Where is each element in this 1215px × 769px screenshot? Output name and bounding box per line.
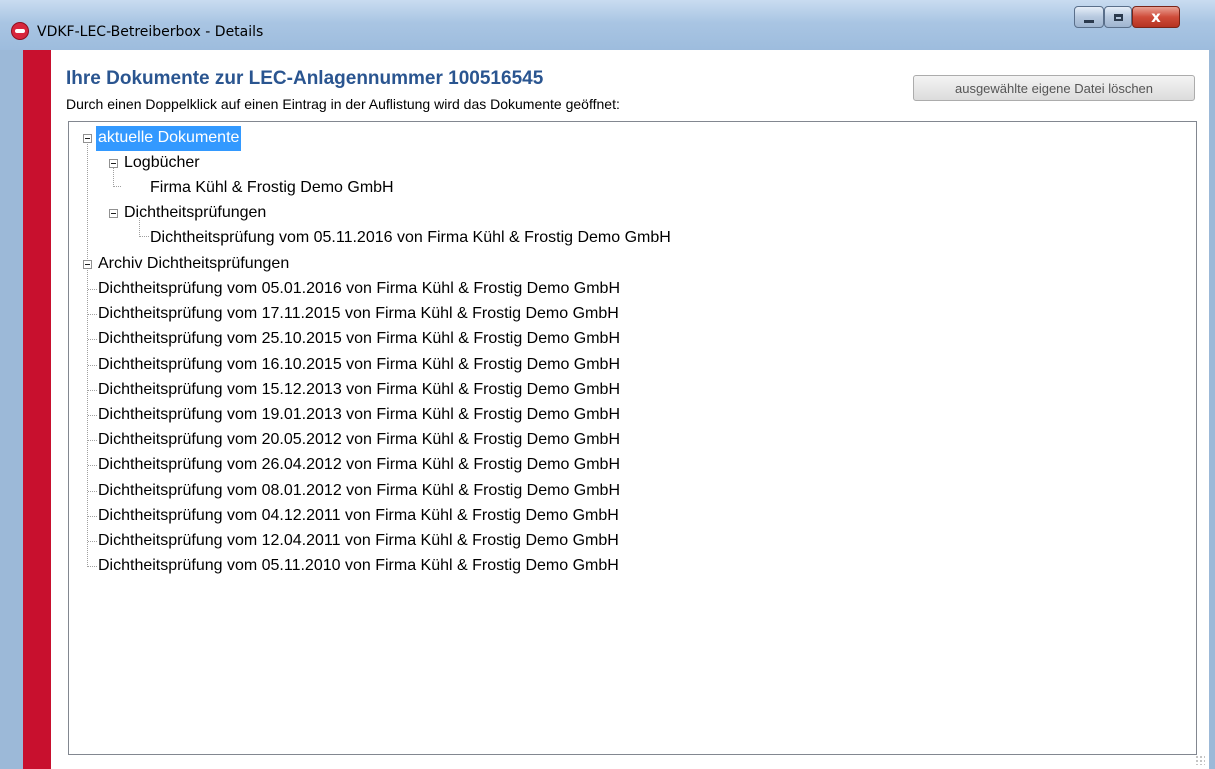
tree-leaf-archive-test[interactable]: Dichtheitsprüfung vom 20.05.2012 von Fir… [96,428,622,453]
tree-leaf-tightness-test[interactable]: Dichtheitsprüfung vom 05.11.2016 von Fir… [148,226,673,251]
tree-connector [87,142,88,267]
tree-leaf-archive-test[interactable]: Dichtheitsprüfung vom 17.11.2015 von Fir… [96,302,621,327]
tree-leaf-archive-test[interactable]: Dichtheitsprüfung vom 19.01.2013 von Fir… [96,403,622,428]
tree-leaf-archive-test[interactable]: Dichtheitsprüfung vom 16.10.2015 von Fir… [96,353,622,378]
app-window: VDKF-LEC-Betreiberbox - Details x Ihre D… [0,0,1215,769]
minimize-icon [1084,19,1094,23]
tree-leaf-archive-test[interactable]: Dichtheitsprüfung vom 05.11.2010 von Fir… [96,554,621,579]
window-title: VDKF-LEC-Betreiberbox - Details [37,24,264,40]
tree-leaf-archive-test[interactable]: Dichtheitsprüfung vom 12.04.2011 von Fir… [96,529,621,554]
client-area: Ihre Dokumente zur LEC-Anlagennummer 100… [23,50,1209,769]
tree-node-logbooks[interactable]: Logbücher [122,151,202,176]
minimize-button[interactable] [1074,6,1104,28]
resize-grip[interactable] [1195,755,1205,765]
tree-leaf-archive-test[interactable]: Dichtheitsprüfung vom 25.10.2015 von Fir… [96,327,622,352]
tree-node-tightness-tests[interactable]: Dichtheitsprüfungen [122,201,268,226]
tree-connector [113,166,114,187]
title-bar[interactable]: VDKF-LEC-Betreiberbox - Details x [0,0,1215,50]
tree-leaf-archive-test[interactable]: Dichtheitsprüfung vom 15.12.2013 von Fir… [96,378,622,403]
collapse-toggle-icon[interactable] [83,260,92,269]
tree-connector [114,186,122,187]
app-logo-icon[interactable] [11,22,29,40]
collapse-toggle-icon[interactable] [109,209,118,218]
maximize-button[interactable] [1104,6,1132,28]
tree-connector [87,268,88,568]
tree-leaf-archive-test[interactable]: Dichtheitsprüfung vom 04.12.2011 von Fir… [96,504,621,529]
tree-leaf-archive-test[interactable]: Dichtheitsprüfung vom 08.01.2012 von Fir… [96,479,622,504]
tree-node-archive[interactable]: Archiv Dichtheitsprüfungen [96,252,291,277]
brand-stripe [23,50,51,769]
close-icon: x [1151,8,1161,26]
tree-leaf-logbook[interactable]: Firma Kühl & Frostig Demo GmbH [148,176,396,201]
tree-leaf-archive-test[interactable]: Dichtheitsprüfung vom 26.04.2012 von Fir… [96,453,622,478]
page-title: Ihre Dokumente zur LEC-Anlagennummer 100… [66,68,544,89]
tree-node-current-documents[interactable]: aktuelle Dokumente [96,126,242,151]
tree-leaf-archive-test[interactable]: Dichtheitsprüfung vom 05.01.2016 von Fir… [96,277,622,302]
collapse-toggle-icon[interactable] [83,134,92,143]
collapse-toggle-icon[interactable] [109,159,118,168]
maximize-icon [1113,13,1123,21]
close-button[interactable]: x [1132,6,1180,28]
instruction-text: Durch einen Doppelklick auf einen Eintra… [66,96,620,112]
document-tree[interactable]: aktuelle Dokumente Logbücher Firma Kühl … [68,121,1197,755]
delete-file-button[interactable]: ausgewählte eigene Datei löschen [913,75,1195,101]
